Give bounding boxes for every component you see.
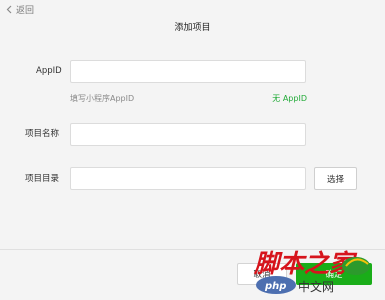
- footer-divider: [0, 249, 385, 250]
- appid-label: AppID: [36, 66, 62, 76]
- project-dir-input[interactable]: [70, 167, 306, 190]
- chevron-left-icon: [6, 5, 12, 13]
- no-appid-link[interactable]: 无 AppID: [272, 93, 307, 104]
- back-button[interactable]: 返回: [6, 2, 34, 16]
- select-directory-button[interactable]: 选择: [314, 167, 357, 190]
- confirm-button[interactable]: 确定: [296, 263, 372, 285]
- appid-hint: 填写小程序AppID: [70, 94, 135, 103]
- appid-input[interactable]: [70, 60, 306, 83]
- back-label: 返回: [16, 5, 35, 16]
- project-dir-label: 项目目录: [25, 174, 60, 184]
- project-name-input[interactable]: [70, 123, 306, 146]
- project-name-label: 项目名称: [25, 129, 60, 139]
- cancel-button[interactable]: 取消: [237, 263, 287, 285]
- page-title: 添加项目: [174, 23, 211, 33]
